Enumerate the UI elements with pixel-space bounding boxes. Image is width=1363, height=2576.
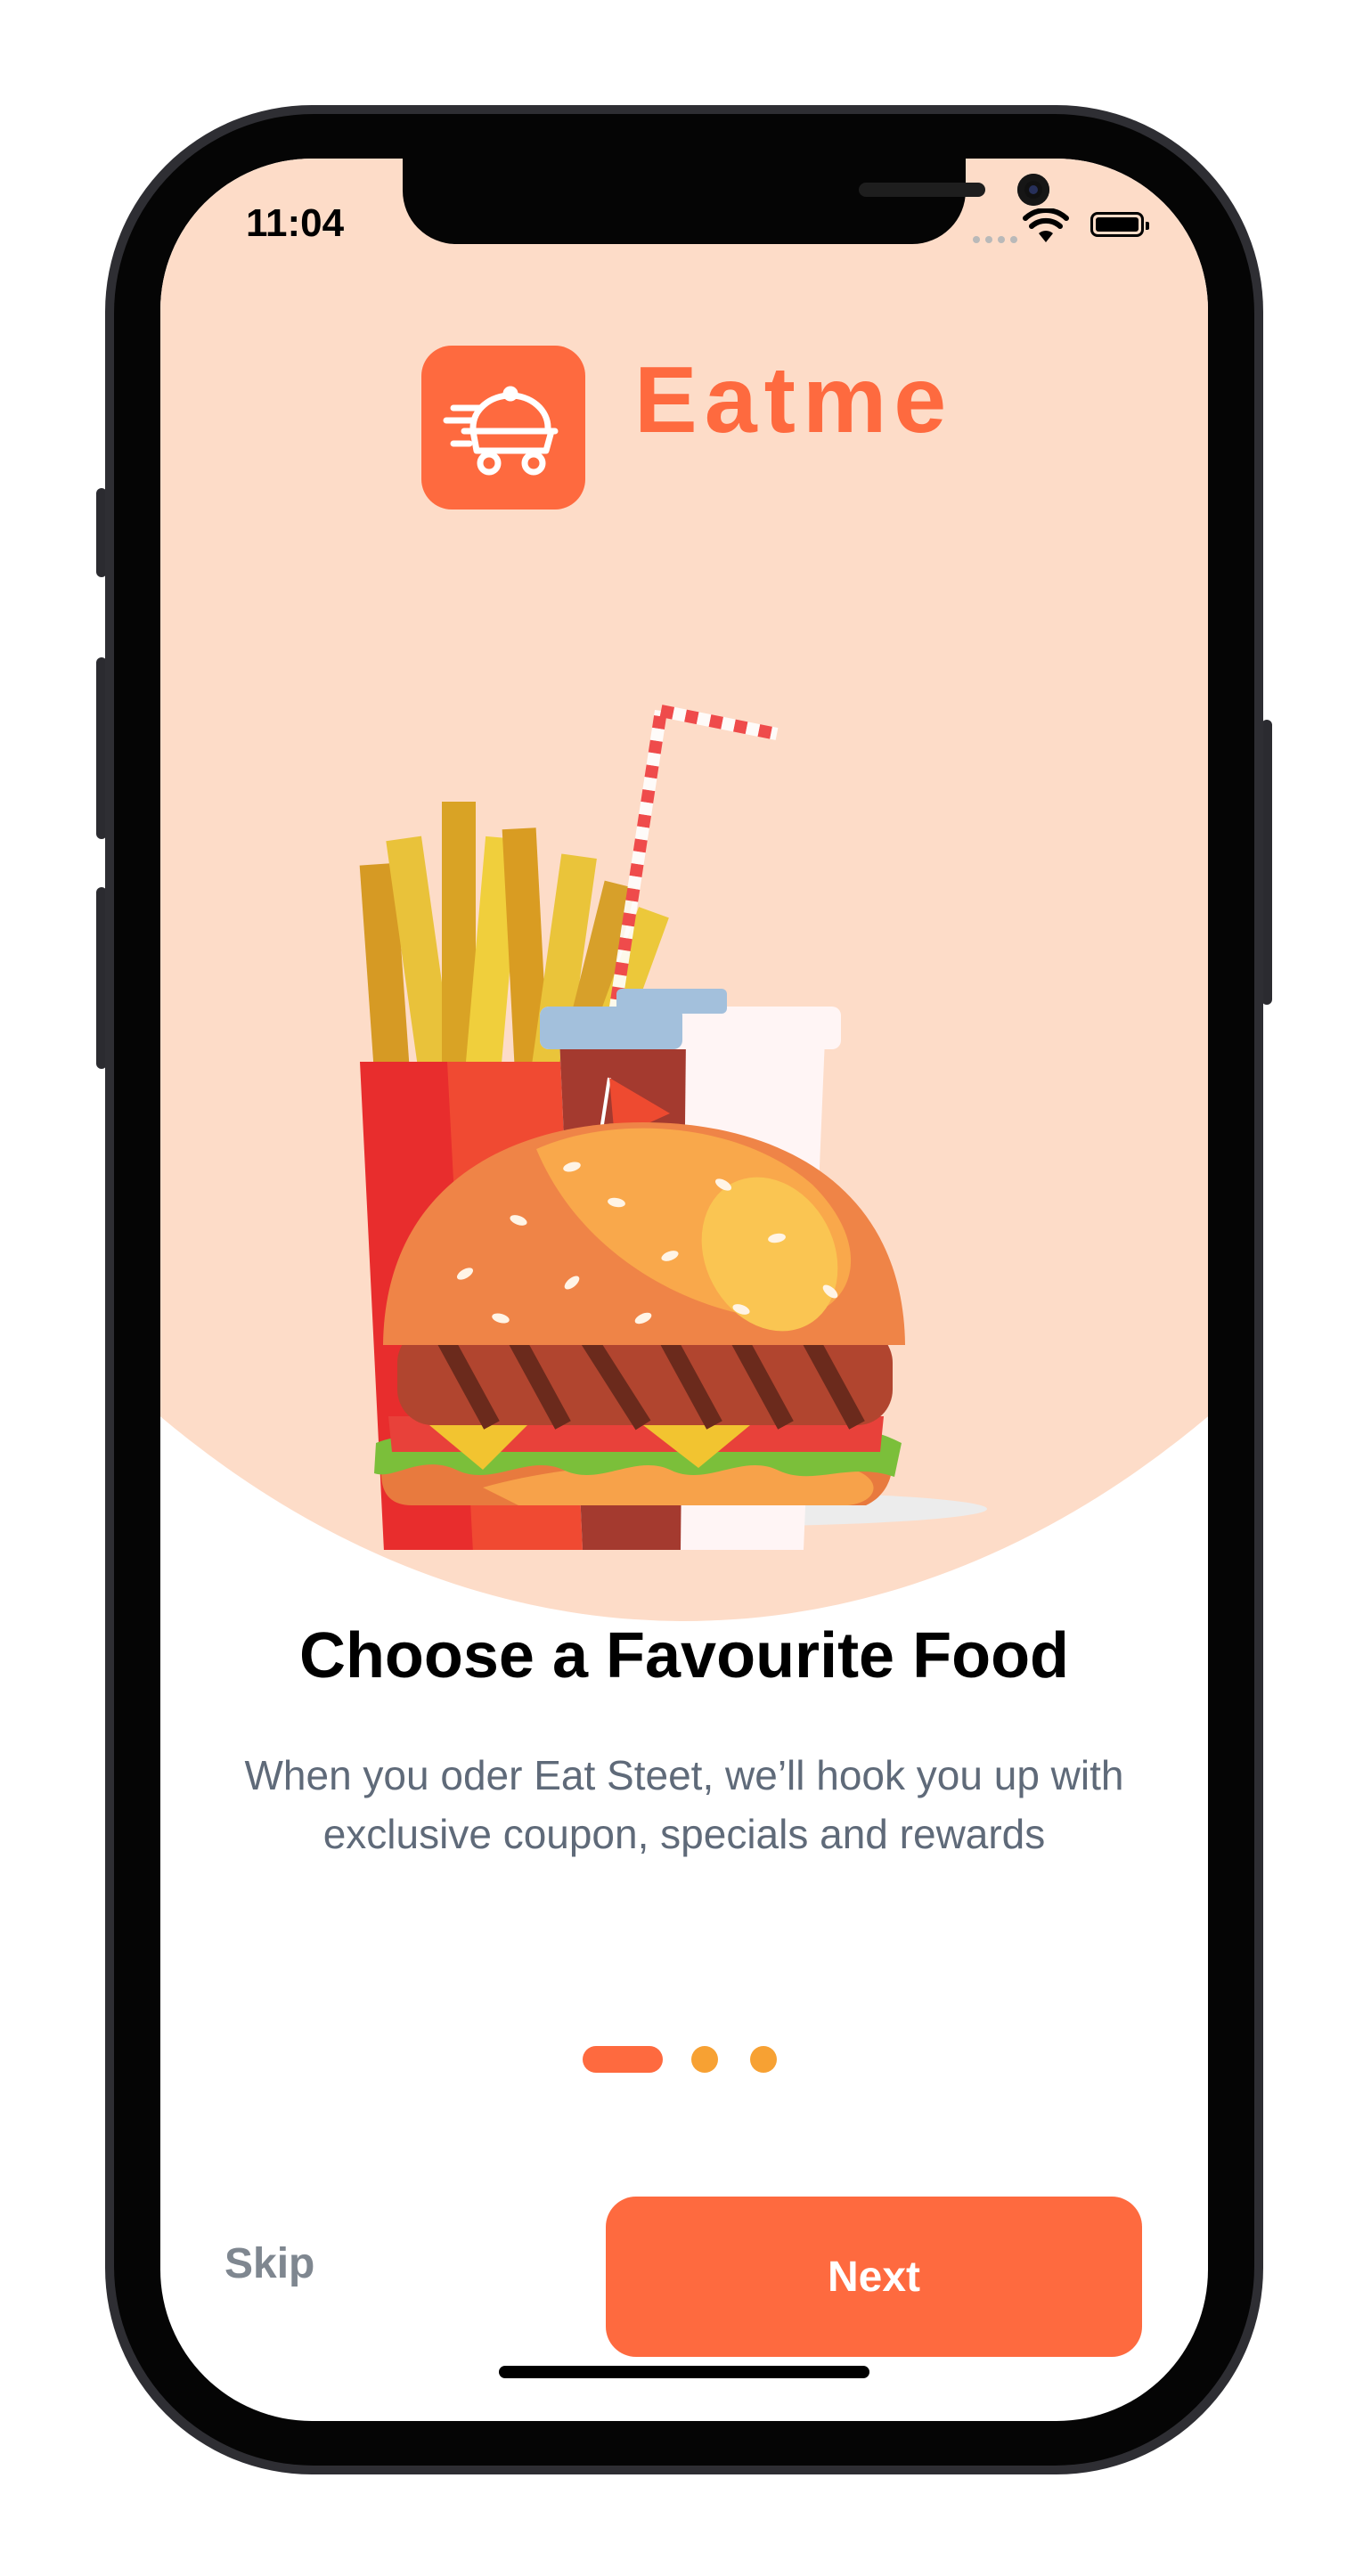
cellular-signal-icon bbox=[973, 232, 1023, 243]
app-screen: 11:04 Eatme Choose a Favourite Food When… bbox=[160, 159, 1208, 2421]
next-button[interactable]: Next bbox=[606, 2197, 1142, 2357]
status-time: 11:04 bbox=[246, 201, 345, 245]
device-notch bbox=[403, 159, 1049, 244]
brand-name: Eatme bbox=[634, 347, 954, 452]
onboarding-description: When you oder Eat Steet, we’ll hook you … bbox=[244, 1752, 1124, 1857]
page-indicator-dot bbox=[691, 2046, 718, 2073]
page-indicator-dot bbox=[750, 2046, 777, 2073]
page-indicator-active bbox=[583, 2046, 663, 2073]
skip-button[interactable]: Skip bbox=[224, 2239, 314, 2288]
food-illustration bbox=[359, 705, 987, 1550]
wifi-icon bbox=[1023, 208, 1069, 242]
front-camera bbox=[1017, 174, 1049, 206]
home-indicator[interactable] bbox=[499, 2366, 869, 2378]
delivery-cloche-icon bbox=[443, 386, 559, 476]
earpiece-speaker bbox=[859, 183, 985, 197]
battery-icon bbox=[1090, 212, 1149, 237]
onboarding-title: Choose a Favourite Food bbox=[298, 1620, 1070, 1692]
app-logo bbox=[421, 346, 585, 509]
